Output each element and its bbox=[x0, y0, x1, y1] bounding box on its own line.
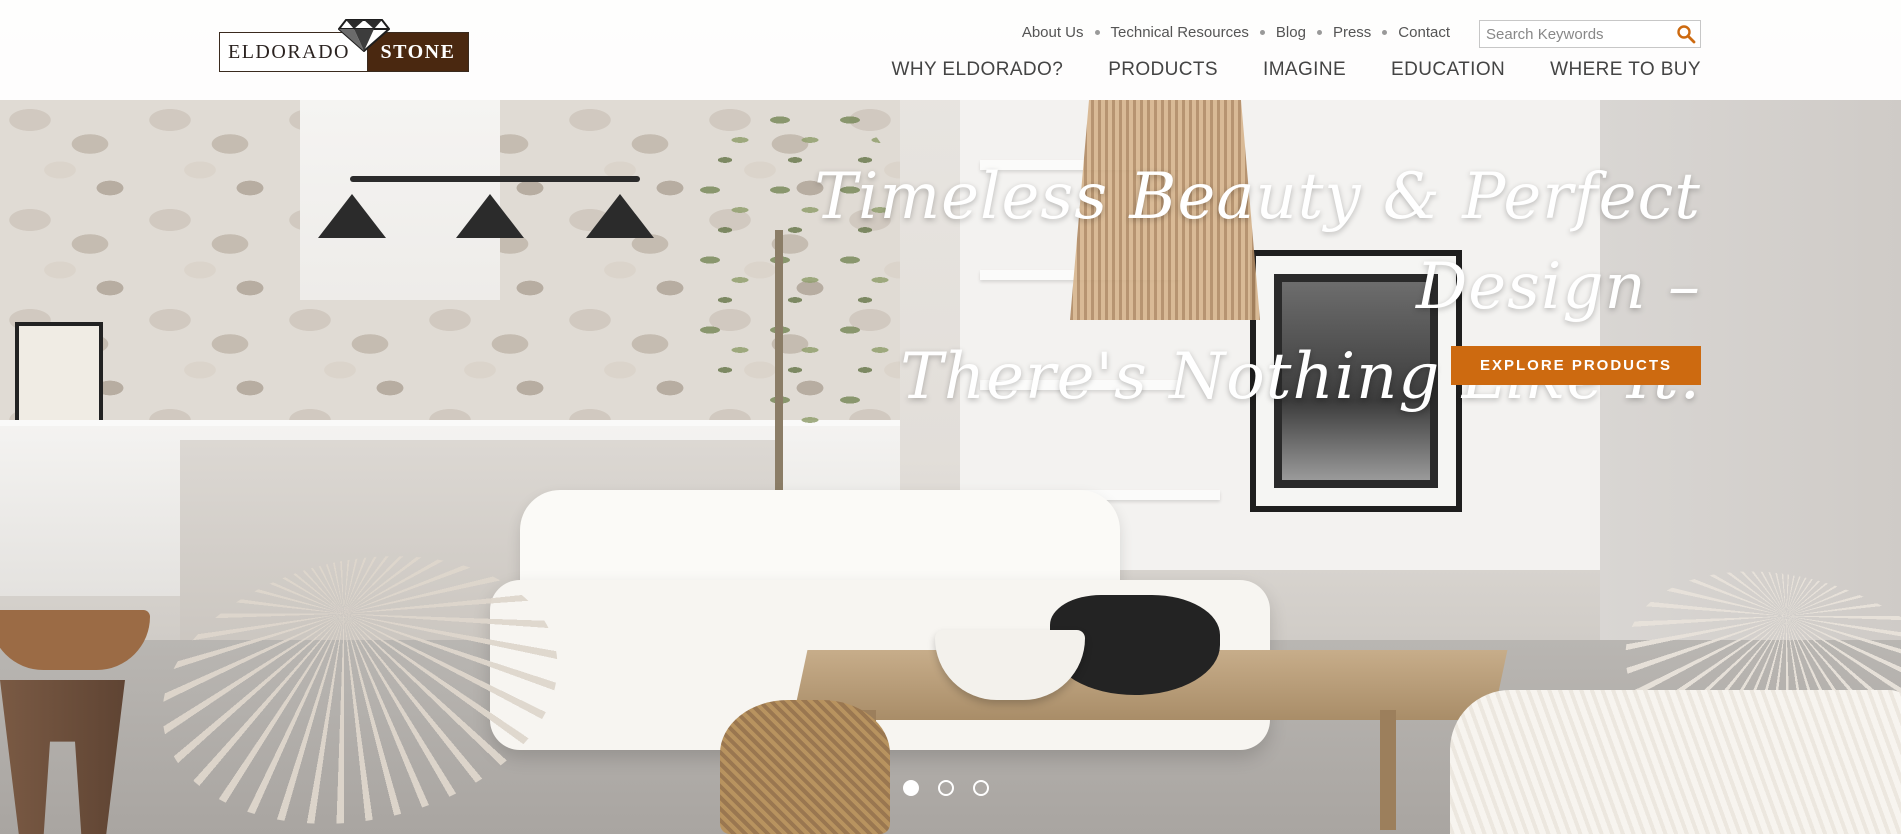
carousel-dot-1[interactable] bbox=[903, 780, 919, 796]
search-icon[interactable] bbox=[1676, 24, 1696, 44]
util-link-contact[interactable]: Contact bbox=[1398, 24, 1450, 41]
separator-dot bbox=[1382, 30, 1388, 35]
nav-where-to-buy[interactable]: WHERE TO BUY bbox=[1550, 59, 1701, 81]
carousel-pagination bbox=[903, 780, 989, 796]
nav-products[interactable]: PRODUCTS bbox=[1108, 59, 1218, 81]
utility-nav: About Us Technical Resources Blog Press … bbox=[1022, 24, 1450, 41]
diamond-icon bbox=[338, 19, 390, 52]
util-link-technical-resources[interactable]: Technical Resources bbox=[1111, 24, 1249, 41]
hero-headline-line-1: Timeless Beauty & Perfect Design – bbox=[814, 160, 1701, 324]
util-link-about-us[interactable]: About Us bbox=[1022, 24, 1084, 41]
main-nav: WHY ELDORADO? PRODUCTS IMAGINE EDUCATION… bbox=[892, 59, 1701, 81]
eldorado-stone-logo[interactable]: ELDORADO STONE bbox=[219, 18, 471, 74]
pendant-lamp bbox=[318, 194, 386, 238]
explore-products-button[interactable]: EXPLORE PRODUCTS bbox=[1451, 346, 1701, 385]
knit-throw bbox=[1450, 690, 1901, 834]
nav-education[interactable]: EDUCATION bbox=[1391, 59, 1505, 81]
search-input[interactable] bbox=[1480, 22, 1672, 46]
nav-imagine[interactable]: IMAGINE bbox=[1263, 59, 1346, 81]
search-box bbox=[1479, 20, 1701, 48]
table-leg bbox=[1380, 710, 1396, 830]
util-link-blog[interactable]: Blog bbox=[1276, 24, 1306, 41]
carousel-dot-2[interactable] bbox=[938, 780, 954, 796]
nav-why-eldorado[interactable]: WHY ELDORADO? bbox=[892, 59, 1064, 81]
site-header: ELDORADO STONE About Us Technical Resour… bbox=[0, 0, 1901, 100]
pendant-lamp bbox=[456, 194, 524, 238]
separator-dot bbox=[1316, 30, 1322, 35]
woven-basket bbox=[720, 700, 890, 834]
separator-dot bbox=[1259, 30, 1265, 35]
small-framed-print bbox=[15, 322, 103, 435]
util-link-press[interactable]: Press bbox=[1333, 24, 1371, 41]
carousel-dot-3[interactable] bbox=[973, 780, 989, 796]
pendant-light-bar bbox=[350, 176, 640, 182]
separator-dot bbox=[1094, 30, 1100, 35]
